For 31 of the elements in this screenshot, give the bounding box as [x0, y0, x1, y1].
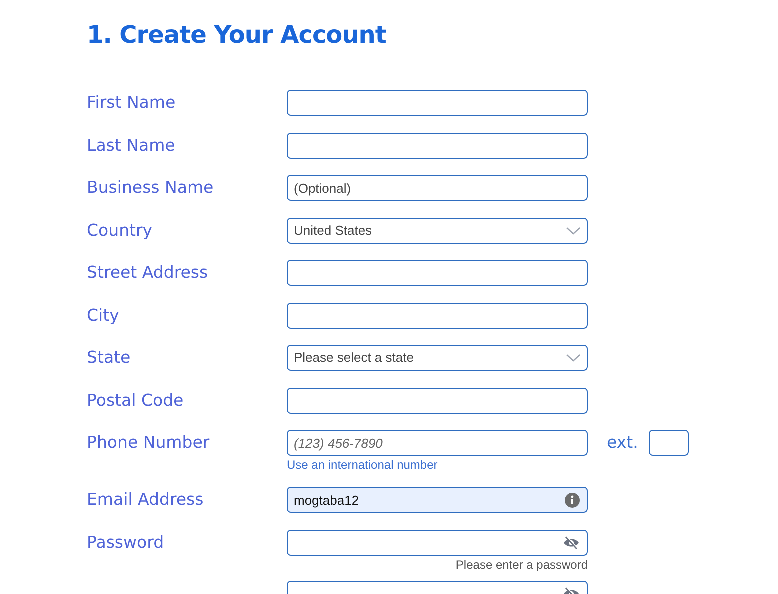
field-label: Business Name — [87, 177, 215, 199]
field-label: Password — [87, 532, 166, 554]
field-label: Phone Number — [87, 432, 211, 454]
chevron-down-icon — [566, 226, 581, 234]
input-field[interactable]: (Optional) — [287, 175, 588, 201]
input-field[interactable] — [287, 388, 588, 414]
field-label: Email Address — [87, 489, 205, 511]
info-icon[interactable] — [565, 493, 580, 508]
input-field[interactable]: (123) 456-7890 — [287, 430, 588, 456]
field-label: Postal Code — [87, 390, 185, 412]
hint-text: Use an international number — [287, 457, 439, 473]
field-label: First Name — [87, 92, 177, 114]
hint-text: Please enter a password — [454, 556, 588, 572]
password-field[interactable] — [287, 530, 588, 556]
form-heading: 1. Create Your Account — [87, 20, 388, 50]
field-label: City — [87, 304, 120, 326]
dropdown[interactable]: Please select a state — [287, 345, 588, 371]
field-label: Country — [87, 220, 154, 242]
extension-label: ext. — [607, 432, 638, 454]
hidden-eye-icon[interactable] — [563, 536, 580, 550]
input-field[interactable]: mogtaba12 — [287, 487, 588, 513]
extension-field[interactable] — [649, 430, 690, 456]
input-field[interactable] — [287, 260, 588, 286]
input-field[interactable] — [287, 90, 588, 116]
input-field[interactable] — [287, 302, 588, 328]
input-field[interactable] — [287, 132, 588, 158]
chevron-down-icon — [566, 354, 581, 362]
dropdown[interactable]: United States — [287, 218, 588, 244]
field-label: Last Name — [87, 134, 176, 156]
field-label: State — [87, 347, 132, 369]
field-label: Street Address — [87, 262, 210, 284]
